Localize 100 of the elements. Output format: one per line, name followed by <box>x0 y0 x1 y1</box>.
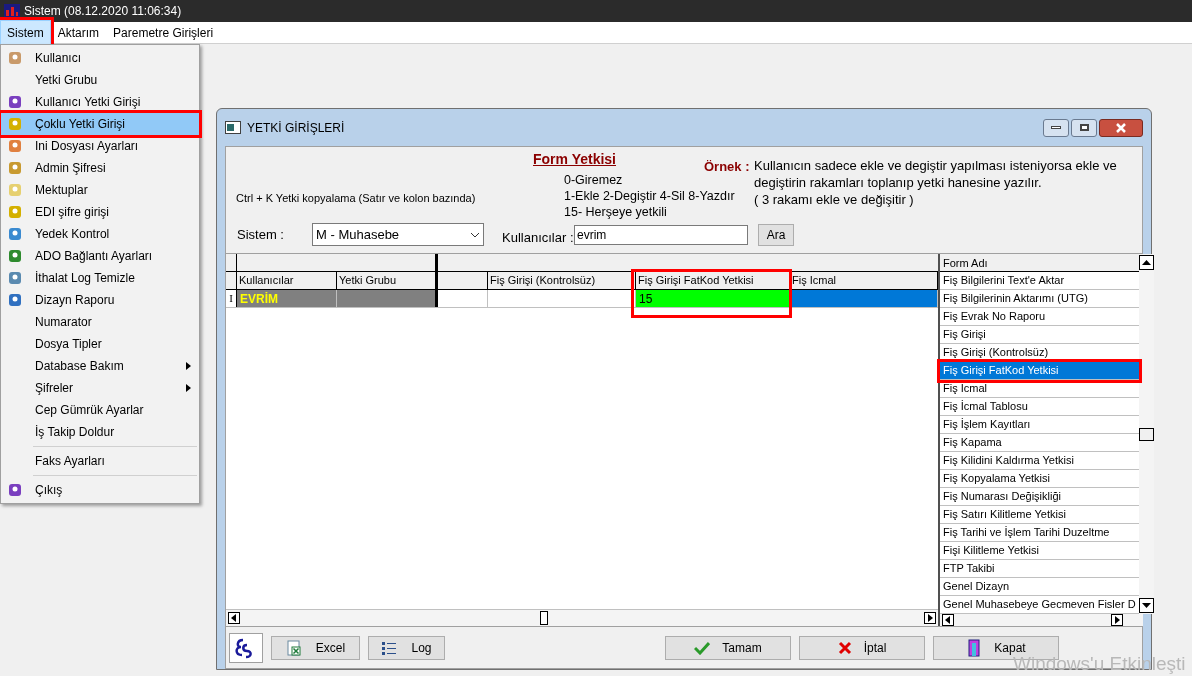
window-title: Sistem (08.12.2020 11:06:34) <box>24 3 182 20</box>
menu-item[interactable]: Dosya Tipler <box>1 333 199 355</box>
list-item[interactable]: Fiş Evrak No Raporu <box>940 308 1139 326</box>
example-text: Kullanıcın sadece ekle ve degiştir yapılması isteniyorsa ekle ve <box>754 157 1117 174</box>
system-select[interactable]: M - Muhasebe <box>312 223 484 247</box>
submenu-arrow-icon <box>186 362 191 370</box>
toolbar-button[interactable]: Log <box>368 635 445 660</box>
menu-item[interactable]: Paremetre Girişleri <box>106 19 221 46</box>
close-icon <box>1115 122 1127 133</box>
arrow-right-icon <box>924 612 936 624</box>
menu-item[interactable]: Numarator <box>1 311 199 333</box>
list-item[interactable]: Fiş Satırı Kilitleme Yetkisi <box>940 506 1139 524</box>
dialog-button[interactable]: Kapat <box>933 635 1059 660</box>
checkmark-icon <box>694 640 711 655</box>
column-header: Kullanıcılar <box>238 273 295 288</box>
list-item[interactable]: Fiş Tarihi ve İşlem Tarihi Duzeltme <box>940 524 1139 542</box>
vertical-scrollbar[interactable] <box>1138 254 1154 614</box>
menu-item[interactable]: İş Takip Doldur <box>1 421 199 443</box>
permission-code: 1-Ekle 2-Degiştir 4-Sil 8-Yazdır <box>564 188 735 204</box>
menu-item[interactable]: Kullanıcı <box>1 47 199 69</box>
menu-icon <box>7 116 23 132</box>
table-cell: 15 <box>636 290 790 307</box>
menu-icon <box>7 482 23 498</box>
menu-icon <box>7 50 23 66</box>
menu-item[interactable]: İthalat Log Temizle <box>1 267 199 289</box>
example-label: Örnek : <box>704 159 750 174</box>
menu-item[interactable]: Ini Dosyası Ayarları <box>1 135 199 157</box>
menu-icon <box>7 138 23 154</box>
permission-code: 0-Giremez <box>564 172 623 188</box>
toolbar-button[interactable]: Excel <box>271 635 360 660</box>
list-item[interactable]: Fiş Bilgilerinin Aktarımı (UTG) <box>940 290 1139 308</box>
users-label: Kullanıcılar : <box>502 229 574 247</box>
menu-icon <box>7 292 23 308</box>
dialog-button[interactable]: İptal <box>799 635 925 660</box>
column-header: Fiş Girişi FatKod Yetkisi <box>637 273 755 288</box>
minimize-button[interactable] <box>1043 118 1069 137</box>
menu-item[interactable]: Database Bakım <box>1 355 199 377</box>
menu-icon <box>7 94 23 110</box>
submenu-arrow-icon <box>186 384 191 392</box>
door-icon <box>966 638 983 657</box>
table-cell: EVRİM <box>237 290 337 307</box>
menu-icon <box>7 182 23 198</box>
menu-item[interactable]: Kullanıcı Yetki Girişi <box>1 91 199 113</box>
menu-item[interactable]: Mektuplar <box>1 179 199 201</box>
menu-item[interactable]: Cep Gümrük Ayarlar <box>1 399 199 421</box>
arrow-up-icon <box>1138 255 1154 270</box>
list-item[interactable]: Fiş Kopyalama Yetkisi <box>940 470 1139 488</box>
search-button[interactable]: Ara <box>758 223 794 246</box>
form-permission-heading: Form Yetkisi <box>533 150 616 169</box>
copy-hint: Ctrl + K Yetki kopyalama (Satır ve kolon bazında) <box>236 192 476 204</box>
dialog-button[interactable]: Tamam <box>665 635 791 660</box>
app-icon <box>4 4 20 18</box>
close-icon <box>837 640 852 655</box>
list-item[interactable]: Fiş Girişi <box>940 326 1139 344</box>
menu-item[interactable]: Faks Ayarları <box>1 443 199 472</box>
system-label: Sistem : <box>237 226 285 244</box>
horizontal-scrollbar[interactable] <box>940 614 1143 626</box>
menu-item[interactable]: Admin Şifresi <box>1 157 199 179</box>
window-icon <box>225 121 241 134</box>
column-header: Fiş Girişi (Kontrolsüz) <box>489 273 597 288</box>
menu-icon <box>7 270 23 286</box>
spreadsheet-icon <box>285 639 302 656</box>
example-text: degiştirin rakamları toplanıp yetki hanesine yazılır. <box>754 174 1043 191</box>
menu-icon <box>7 160 23 176</box>
menu-item[interactable]: Yetki Grubu <box>1 69 199 91</box>
menu-icon <box>7 226 23 242</box>
list-item[interactable]: Fiş Girişi FatKod Yetkisi <box>940 362 1139 380</box>
list-item[interactable]: Fiş Kapama <box>940 434 1139 452</box>
logo-button[interactable] <box>229 632 263 663</box>
column-header: Yetki Grubu <box>338 273 398 288</box>
list-item[interactable]: FTP Takibi <box>940 560 1139 578</box>
menu-item[interactable]: Çıkış <box>1 472 199 501</box>
column-header: Fiş Icmal <box>791 273 837 288</box>
menu-item[interactable]: Şifreler <box>1 377 199 399</box>
arrow-left-icon <box>228 612 240 624</box>
menu-item[interactable]: Dizayn Raporu <box>1 289 199 311</box>
close-button[interactable] <box>1099 118 1143 137</box>
scrollbar-thumb[interactable] <box>540 611 548 625</box>
list-item[interactable]: Fiş Numarası Değişikliği <box>940 488 1139 506</box>
permission-code: 15- Herşeye yetkili <box>564 204 667 220</box>
list-item[interactable]: Fişi Kilitleme Yetkisi <box>940 542 1139 560</box>
example-text: ( 3 rakamı ekle ve değişitir ) <box>754 191 915 208</box>
users-input[interactable]: evrim <box>574 224 748 245</box>
list-item[interactable]: Genel Dizayn <box>940 578 1139 596</box>
menu-item[interactable]: Yedek Kontrol <box>1 223 199 245</box>
menu-item[interactable]: Çoklu Yetki Girişi <box>1 113 199 135</box>
list-header: Form Adı <box>940 254 1139 272</box>
chevron-down-icon <box>470 231 480 238</box>
list-item[interactable]: Fiş İcmal Tablosu <box>940 398 1139 416</box>
menu-icon <box>7 204 23 220</box>
list-item[interactable]: Fiş İşlem Kayıtları <box>940 416 1139 434</box>
list-item[interactable]: Fiş Bilgilerini Text'e Aktar <box>940 272 1139 290</box>
list-item[interactable]: Fiş Kilidini Kaldırma Yetkisi <box>940 452 1139 470</box>
menu-item[interactable]: ADO Bağlantı Ayarları <box>1 245 199 267</box>
menu-item[interactable]: EDI şifre girişi <box>1 201 199 223</box>
menu-item[interactable]: Aktarım <box>50 19 107 46</box>
list-item[interactable]: Fiş Icmal <box>940 380 1139 398</box>
scrollbar-thumb[interactable] <box>1138 427 1154 441</box>
horizontal-scrollbar[interactable] <box>226 609 938 626</box>
maximize-button[interactable] <box>1071 118 1097 137</box>
